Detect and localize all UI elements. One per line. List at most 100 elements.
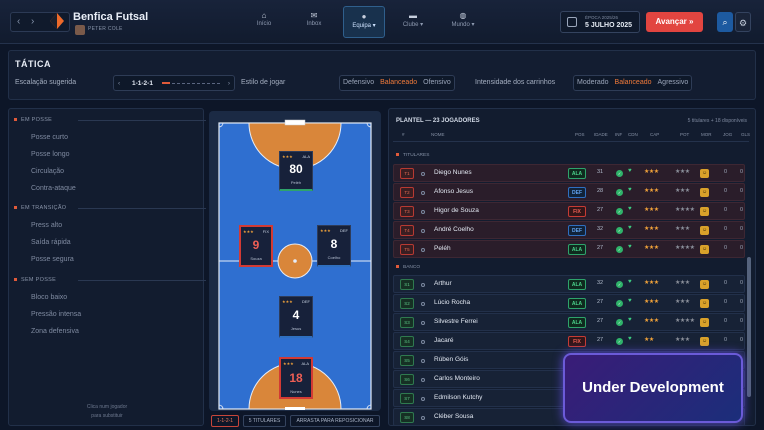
col-mor[interactable]: MOR: [701, 132, 712, 137]
instruction-long-possession[interactable]: Posse longo: [31, 151, 70, 158]
morale-icon: ☺: [700, 169, 709, 178]
nav-home[interactable]: ⌂ Início: [247, 6, 281, 38]
player-card[interactable]: ★★★ ALA 80 Peléh: [279, 151, 313, 191]
tackle-option-balanced[interactable]: Balanceado: [612, 76, 655, 90]
morale-icon: ☺: [700, 299, 709, 308]
stadium-icon: ▬: [409, 11, 417, 20]
season-label: ÉPOCA 2025/26: [585, 15, 619, 20]
table-row[interactable]: T5 Peléh ALA 27 ✓ ♥ ★★★ ★★★★ ☺ 0 0: [393, 240, 745, 258]
drag-reposition-chip[interactable]: ARRASTA PARA REPOSICIONAR: [290, 415, 380, 427]
instruction-quick-exit[interactable]: Saída rápida: [31, 239, 71, 246]
back-arrow-icon[interactable]: ‹: [17, 16, 20, 27]
nav-club[interactable]: ▬ Clube ▾: [394, 6, 432, 38]
select-radio[interactable]: [421, 210, 425, 214]
instruction-high-press[interactable]: Press alto: [31, 222, 62, 229]
col-age[interactable]: IDADE: [594, 132, 608, 137]
check-icon: ✓: [616, 170, 623, 177]
select-radio[interactable]: [421, 248, 425, 252]
col-pos[interactable]: POS: [575, 132, 585, 137]
player-card[interactable]: ★★★ FIX 9 Souza: [239, 225, 273, 267]
instruction-low-block[interactable]: Bloco baixo: [31, 294, 67, 301]
table-row[interactable]: T2 Afonso Jesus DEF 28 ✓ ♥ ★★★ ★★★ ☺ 0 0: [393, 183, 745, 201]
select-radio[interactable]: [421, 321, 425, 325]
tackle-option-moderate[interactable]: Moderado: [574, 76, 612, 90]
style-label: Estilo de jogar: [241, 79, 286, 86]
table-row[interactable]: T1 Diego Nunes ALA 31 ✓ ♥ ★★★ ★★★ ☺ 0 0: [393, 164, 745, 182]
card-name: Jesus: [290, 326, 302, 331]
group-bench: BANCO: [396, 265, 420, 270]
table-row[interactable]: S2 Lúcio Rocha ALA 27 ✓ ♥ ★★★ ★★★ ☺ 0 0: [393, 294, 745, 312]
select-radio[interactable]: [421, 416, 425, 420]
player-name: Jacaré: [434, 337, 454, 344]
goals: 0: [740, 207, 744, 213]
select-radio[interactable]: [421, 191, 425, 195]
potential-stars: ★★★★: [675, 207, 695, 213]
heart-icon: ♥: [628, 336, 632, 342]
formation-chip[interactable]: 1-1-2-1: [211, 415, 239, 427]
card-number: 9: [252, 238, 260, 252]
nav-world[interactable]: ◍ Mundo ▾: [443, 6, 483, 38]
col-jog[interactable]: JOG: [723, 132, 732, 137]
nav-inbox[interactable]: ✉ Inbox: [297, 6, 331, 38]
select-radio[interactable]: [421, 283, 425, 287]
style-option-defensive[interactable]: Defensivo: [340, 76, 377, 90]
nav-team-label: Equipa ▾: [352, 23, 376, 29]
select-radio[interactable]: [421, 397, 425, 401]
col-name[interactable]: NOME: [431, 132, 445, 137]
ability-stars: ★★★: [644, 245, 659, 251]
player-card[interactable]: ★★★ ALA 18 Nunes: [279, 357, 313, 399]
select-radio[interactable]: [421, 229, 425, 233]
instruction-counter-attack[interactable]: Contra-ataque: [31, 185, 76, 192]
chevron-left-icon[interactable]: ‹: [118, 80, 120, 87]
player-card[interactable]: ★★★ DEF 8 Coelho: [317, 225, 351, 267]
games-played: 0: [724, 337, 728, 343]
check-icon: ✓: [616, 300, 623, 307]
select-radio[interactable]: [421, 172, 425, 176]
date-display[interactable]: ÉPOCA 2025/26 5 JULHO 2025: [560, 11, 640, 33]
instruction-circulation[interactable]: Circulação: [31, 168, 64, 175]
table-row[interactable]: T4 André Coelho DEF 32 ✓ ♥ ★★★ ★★★ ☺ 0 0: [393, 221, 745, 239]
games-played: 0: [724, 318, 728, 324]
player-card[interactable]: ★★★ DEF 4 Jesus: [279, 296, 313, 338]
morale-icon: ☺: [700, 188, 709, 197]
table-row[interactable]: S1 Arthur ALA 32 ✓ ♥ ★★★ ★★★ ☺ 0 0: [393, 275, 745, 293]
style-option-offensive[interactable]: Ofensivo: [420, 76, 454, 90]
group-starters: TITULARES: [396, 153, 429, 158]
table-row[interactable]: T3 Higor de Souza FIX 27 ✓ ♥ ★★★ ★★★★ ☺ 0 0: [393, 202, 745, 220]
col-inf[interactable]: INF: [615, 132, 622, 137]
starters-chip[interactable]: 5 TITULARES: [243, 415, 286, 427]
chevron-right-icon[interactable]: ›: [228, 80, 230, 87]
select-radio[interactable]: [421, 359, 425, 363]
col-gls[interactable]: GLS: [741, 132, 750, 137]
goals: 0: [740, 299, 744, 305]
heart-icon: ♥: [628, 298, 632, 304]
formation-selector[interactable]: ‹ 1-1-2-1 ›: [113, 75, 235, 91]
hint-line-1: Clica num jogador: [86, 404, 128, 410]
style-option-balanced[interactable]: Balanceado: [377, 76, 420, 90]
search-icon[interactable]: ⌕: [717, 12, 733, 32]
gear-icon[interactable]: ⚙: [735, 12, 751, 32]
nav-team[interactable]: ● Equipa ▾: [343, 6, 385, 38]
col-number[interactable]: #: [402, 132, 405, 137]
player-name: Edmilson Kutchy: [434, 394, 483, 401]
col-pot[interactable]: POT: [680, 132, 689, 137]
goals: 0: [740, 280, 744, 286]
table-row[interactable]: S4 Jacaré FIX 27 ✓ ♥ ★★ ★★★ ☺ 0 0: [393, 332, 745, 350]
select-radio[interactable]: [421, 302, 425, 306]
col-cdn[interactable]: CDN: [628, 132, 638, 137]
instruction-short-possession[interactable]: Posse curto: [31, 134, 68, 141]
squad-scrollbar[interactable]: [747, 257, 751, 397]
instruction-safe-possession[interactable]: Posse segura: [31, 256, 74, 263]
instruction-zonal-defence[interactable]: Zona defensiva: [31, 328, 79, 335]
instruction-intense-press[interactable]: Pressão intensa: [31, 311, 81, 318]
card-rating: ★★★: [282, 299, 293, 304]
card-rating: ★★★: [283, 361, 294, 366]
table-row[interactable]: S3 Silvestre Ferrei ALA 27 ✓ ♥ ★★★ ★★★★ ☺ 0 0: [393, 313, 745, 331]
forward-arrow-icon[interactable]: ›: [31, 16, 34, 27]
tackle-option-aggressive[interactable]: Agressivo: [655, 76, 692, 90]
select-radio[interactable]: [421, 340, 425, 344]
advance-button[interactable]: Avançar »: [646, 12, 703, 32]
select-radio[interactable]: [421, 378, 425, 382]
col-cap[interactable]: CAP: [650, 132, 659, 137]
card-number: 4: [292, 308, 300, 322]
